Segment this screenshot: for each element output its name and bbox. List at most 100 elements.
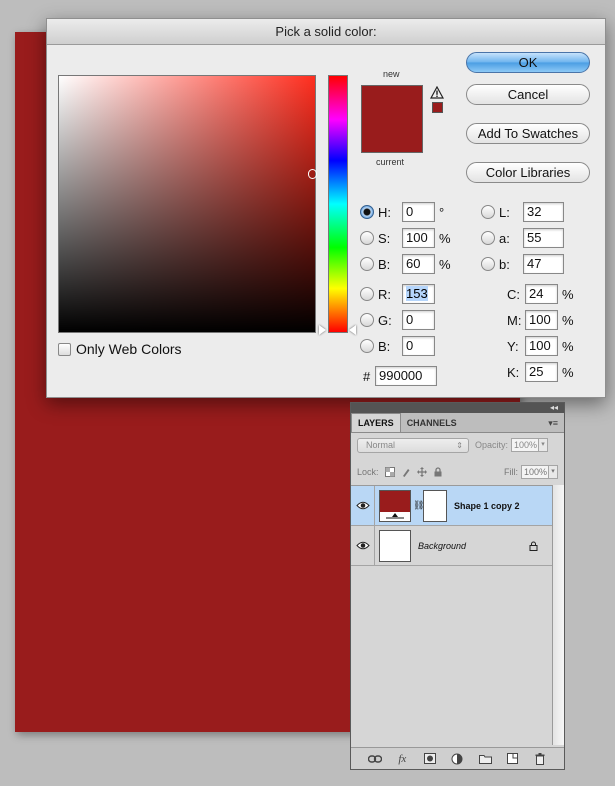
tab-layers[interactable]: LAYERS bbox=[351, 413, 401, 432]
color-field[interactable] bbox=[58, 75, 316, 333]
blue-field[interactable]: 0 bbox=[402, 336, 435, 356]
lab-l-field[interactable]: 32 bbox=[523, 202, 564, 222]
layer-thumbnail[interactable] bbox=[379, 529, 411, 562]
cyan-row: C: 24 % bbox=[507, 284, 574, 304]
lab-a-label: a: bbox=[499, 230, 510, 246]
cyan-field[interactable]: 24 bbox=[525, 284, 558, 304]
trash-icon[interactable] bbox=[533, 752, 547, 765]
panel-tabs: LAYERS CHANNELS ▾≡ bbox=[351, 413, 564, 433]
brightness-unit: % bbox=[439, 256, 451, 272]
only-web-colors-label: Only Web Colors bbox=[76, 341, 182, 357]
add-to-swatches-button[interactable]: Add To Swatches bbox=[466, 123, 590, 144]
red-row: R: 153 bbox=[360, 284, 435, 304]
current-color-swatch[interactable] bbox=[362, 119, 422, 152]
lock-icon bbox=[529, 541, 538, 551]
color-field-cursor[interactable] bbox=[308, 169, 317, 179]
lock-label: Lock: bbox=[357, 467, 379, 477]
panel-titlebar[interactable]: ◂◂ bbox=[351, 403, 564, 413]
link-layers-icon[interactable] bbox=[367, 753, 382, 765]
hue-slider-right-arrow-icon[interactable] bbox=[349, 325, 356, 335]
red-field[interactable]: 153 bbox=[402, 284, 435, 304]
saturation-label: S: bbox=[378, 230, 391, 246]
opacity-dropdown-icon[interactable]: ▾ bbox=[539, 438, 549, 452]
only-web-colors-option[interactable]: Only Web Colors bbox=[58, 341, 182, 357]
layers-scrollbar[interactable] bbox=[552, 485, 564, 745]
visibility-toggle[interactable] bbox=[351, 486, 375, 525]
lock-position-icon[interactable] bbox=[416, 467, 427, 477]
lab-b-radio[interactable] bbox=[481, 257, 495, 271]
hex-label: # bbox=[363, 368, 371, 384]
magenta-unit: % bbox=[562, 312, 574, 328]
layer-name[interactable]: Background bbox=[418, 541, 466, 551]
fx-icon[interactable]: fx bbox=[395, 753, 409, 765]
magenta-row: M: 100 % bbox=[507, 310, 574, 330]
panel-menu-icon[interactable]: ▾≡ bbox=[548, 418, 558, 429]
lab-l-radio[interactable] bbox=[481, 205, 495, 219]
new-group-icon[interactable] bbox=[478, 753, 492, 765]
mask-link-icon[interactable]: ⛓ bbox=[413, 500, 424, 511]
color-swatch bbox=[361, 85, 423, 153]
new-color-swatch bbox=[362, 86, 422, 119]
layer-row-shape-1-copy-2[interactable]: ⛓ Shape 1 copy 2 bbox=[351, 486, 552, 526]
hue-row: H: 0 ° bbox=[360, 202, 444, 222]
blue-radio[interactable] bbox=[360, 339, 374, 353]
collapse-icon[interactable]: ◂◂ bbox=[550, 404, 558, 412]
hex-field[interactable]: 990000 bbox=[375, 366, 437, 386]
black-field[interactable]: 25 bbox=[525, 362, 558, 382]
hue-slider[interactable] bbox=[328, 75, 348, 333]
brightness-label: B: bbox=[378, 256, 391, 272]
new-layer-icon[interactable] bbox=[506, 753, 520, 765]
brightness-field[interactable]: 60 bbox=[402, 254, 435, 274]
lock-transparent-icon[interactable] bbox=[384, 467, 395, 477]
visibility-toggle[interactable] bbox=[351, 526, 375, 565]
lock-image-icon[interactable] bbox=[401, 467, 411, 477]
fill-field[interactable]: 100% bbox=[521, 465, 549, 479]
color-libraries-button[interactable]: Color Libraries bbox=[466, 162, 590, 183]
layer-row-background[interactable]: Background bbox=[351, 526, 552, 566]
blue-row: B: 0 bbox=[360, 336, 435, 356]
ok-button[interactable]: OK bbox=[466, 52, 590, 73]
saturation-radio[interactable] bbox=[360, 231, 374, 245]
layer-name[interactable]: Shape 1 copy 2 bbox=[454, 501, 520, 511]
adjustment-layer-icon[interactable] bbox=[450, 753, 464, 765]
lock-row: Lock: Fill: 100% ▾ bbox=[357, 463, 558, 481]
blend-mode-value: Normal bbox=[366, 439, 396, 450]
red-field-value: 153 bbox=[406, 286, 428, 301]
green-radio[interactable] bbox=[360, 313, 374, 327]
red-radio[interactable] bbox=[360, 287, 374, 301]
add-mask-icon[interactable] bbox=[423, 753, 437, 765]
brightness-radio[interactable] bbox=[360, 257, 374, 271]
yellow-row: Y: 100 % bbox=[507, 336, 574, 356]
lab-l-row: L: 32 bbox=[481, 202, 564, 222]
only-web-colors-checkbox[interactable] bbox=[58, 342, 71, 356]
layer-thumbnail[interactable] bbox=[379, 489, 411, 522]
opacity-field[interactable]: 100% bbox=[511, 438, 540, 452]
updown-arrow-icon: ⇕ bbox=[456, 440, 463, 450]
layers-bottom-toolbar: fx bbox=[351, 747, 564, 769]
cancel-button[interactable]: Cancel bbox=[466, 84, 590, 105]
yellow-label: Y: bbox=[507, 338, 519, 354]
magenta-field[interactable]: 100 bbox=[525, 310, 558, 330]
hue-field[interactable]: 0 bbox=[402, 202, 435, 222]
tab-channels[interactable]: CHANNELS bbox=[401, 414, 463, 432]
green-field[interactable]: 0 bbox=[402, 310, 435, 330]
out-of-gamut-warning-icon[interactable] bbox=[430, 86, 444, 99]
hex-row: # 990000 bbox=[363, 366, 437, 386]
blend-mode-select[interactable]: Normal ⇕ bbox=[357, 437, 469, 453]
black-row: K: 25 % bbox=[507, 362, 574, 382]
lab-a-radio[interactable] bbox=[481, 231, 495, 245]
lock-all-icon[interactable] bbox=[433, 467, 443, 477]
hue-slider-left-arrow-icon[interactable] bbox=[319, 325, 326, 335]
yellow-field[interactable]: 100 bbox=[525, 336, 558, 356]
fill-dropdown-icon[interactable]: ▾ bbox=[549, 465, 558, 479]
yellow-unit: % bbox=[562, 338, 574, 354]
layers-panel: ◂◂ LAYERS CHANNELS ▾≡ Normal ⇕ Opacity: … bbox=[350, 402, 565, 770]
vector-mask-thumbnail[interactable] bbox=[423, 489, 447, 522]
hue-radio[interactable] bbox=[360, 205, 374, 219]
eye-icon bbox=[355, 501, 370, 510]
gamut-color-chip[interactable] bbox=[432, 102, 443, 113]
black-label: K: bbox=[507, 364, 520, 380]
saturation-field[interactable]: 100 bbox=[402, 228, 435, 248]
lab-b-field[interactable]: 47 bbox=[523, 254, 564, 274]
lab-a-field[interactable]: 55 bbox=[523, 228, 564, 248]
